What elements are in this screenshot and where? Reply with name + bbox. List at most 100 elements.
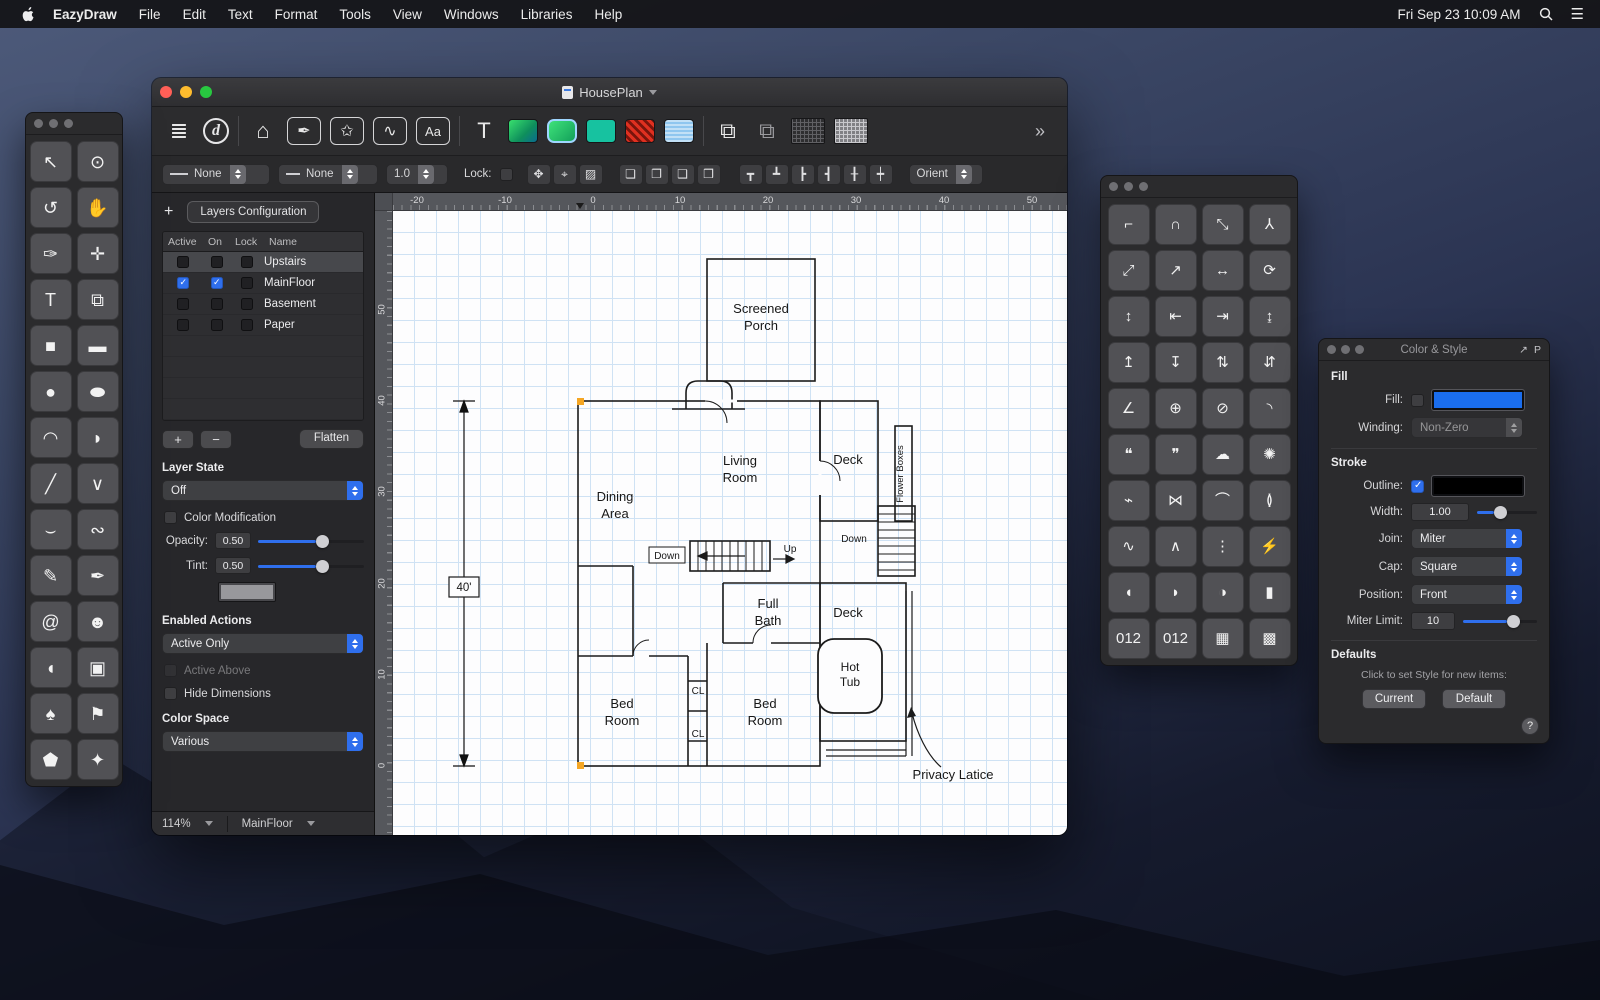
callout-bubble-tool[interactable]: ❞	[1155, 434, 1197, 475]
align-button[interactable]: ┫	[817, 164, 841, 185]
insert-text-icon[interactable]: T	[469, 114, 499, 148]
layer-active-checkbox[interactable]	[177, 256, 189, 268]
selection-handle[interactable]	[577, 762, 584, 769]
pie-open-right-tool[interactable]: ◗	[1155, 572, 1197, 613]
zoom-button[interactable]	[200, 86, 212, 98]
opacity-value[interactable]: 0.50	[215, 532, 251, 549]
rotate-dimension-tool[interactable]: ⟳	[1249, 250, 1291, 291]
lightning-tool[interactable]: ⚡	[1249, 526, 1291, 567]
miter-limit-field[interactable]: 10	[1411, 612, 1455, 630]
current-button[interactable]: Current	[1362, 689, 1426, 709]
layer-row[interactable]: Paper	[163, 315, 363, 336]
center-point-icon[interactable]: ⌖	[553, 164, 577, 185]
line-tool[interactable]: ╱	[30, 463, 72, 504]
layer-lock-checkbox[interactable]	[241, 298, 253, 310]
floor-plan-drawing[interactable]: Screened Porch Living Room Deck Dining A…	[393, 211, 1067, 835]
layer-row[interactable]: Basement	[163, 294, 363, 315]
close-button[interactable]	[160, 86, 172, 98]
flatten-button[interactable]: Flatten	[299, 429, 364, 449]
pan-hand-tool[interactable]: ✋	[77, 187, 119, 228]
share-icon[interactable]: ↗	[1519, 344, 1528, 356]
menu-item[interactable]: Format	[264, 7, 329, 22]
tint-value[interactable]: 0.50	[215, 557, 251, 574]
selection-handle[interactable]	[577, 398, 584, 405]
half-capsule-tool[interactable]: ◑	[1202, 572, 1244, 613]
fine-grid-tool[interactable]: ▦	[1202, 618, 1244, 659]
add-layer-icon[interactable]: +	[162, 203, 175, 221]
crossover-tool[interactable]: ⋈	[1155, 480, 1197, 521]
layer-row[interactable]: MainFloor	[163, 273, 363, 294]
lock-checkbox[interactable]	[500, 168, 513, 181]
shape-style-swatch[interactable]	[547, 119, 577, 143]
outside-dimension-tool[interactable]: ⇥	[1202, 296, 1244, 337]
line-style-select[interactable]: None	[162, 164, 270, 185]
link-line-tool[interactable]: ⤡	[1202, 204, 1244, 245]
star-icon[interactable]: ✩	[330, 117, 364, 145]
layer-lock-checkbox[interactable]	[241, 277, 253, 289]
ellipse-tool[interactable]: ⬬	[77, 371, 119, 412]
v-dimension-tool[interactable]: ↕	[1108, 296, 1150, 337]
align-button[interactable]: ┿	[869, 164, 893, 185]
hop-line-tool[interactable]: ⌒	[1202, 480, 1244, 521]
pentagon-tool[interactable]: ⬟	[30, 739, 72, 780]
transform-icon[interactable]: ✥	[527, 164, 551, 185]
hide-dimensions-checkbox[interactable]	[164, 687, 177, 700]
burst-callout-tool[interactable]: ✺	[1249, 434, 1291, 475]
layer-lock-checkbox[interactable]	[241, 256, 253, 268]
select-arrow-tool[interactable]: ↖	[30, 141, 72, 182]
zoom-level-select[interactable]: 114%	[162, 818, 213, 830]
color-modification-checkbox[interactable]	[164, 511, 177, 524]
layer-active-checkbox[interactable]	[177, 277, 189, 289]
dot-screen-tool[interactable]: ▩	[1249, 618, 1291, 659]
palette-titlebar[interactable]	[1101, 176, 1297, 198]
menu-item[interactable]: File	[128, 7, 172, 22]
menu-item[interactable]: Windows	[433, 7, 510, 22]
apple-icon[interactable]	[12, 6, 42, 22]
marquee-select-tool[interactable]: ⊙	[77, 141, 119, 182]
palette-titlebar[interactable]	[26, 113, 122, 135]
ruler-numbers-tool[interactable]: 012	[1108, 618, 1150, 659]
center-mark-tool[interactable]: ⊕	[1155, 388, 1197, 429]
crescent-tool[interactable]: ◖	[30, 647, 72, 688]
twist-line-tool[interactable]: ≬	[1249, 480, 1291, 521]
arc-tool[interactable]: ◠	[30, 417, 72, 458]
add-select-tool[interactable]: ✛	[77, 233, 119, 274]
opacity-slider[interactable]	[258, 534, 364, 548]
wave-line-tool[interactable]: ∿	[1108, 526, 1150, 567]
inside-dimension-tool[interactable]: ⇤	[1155, 296, 1197, 337]
add-layer-button[interactable]: +	[162, 430, 194, 449]
layer-on-checkbox[interactable]	[211, 256, 223, 268]
palette-mode-icon[interactable]: P	[1534, 344, 1541, 356]
width-slider[interactable]	[1477, 505, 1537, 519]
winding-dropdown[interactable]: Non-Zero	[1411, 417, 1523, 438]
silhouette-tool[interactable]: ☻	[77, 601, 119, 642]
dotted-path-tool[interactable]: ⋮	[1202, 526, 1244, 567]
offset-dimension-tool[interactable]: ⇵	[1249, 342, 1291, 383]
group-button[interactable]: ❐	[645, 164, 669, 185]
layer-on-checkbox[interactable]	[211, 277, 223, 289]
arc-connector-tool[interactable]: ∩	[1155, 204, 1197, 245]
outline-checkbox[interactable]	[1411, 480, 1424, 493]
menu-app-name[interactable]: EazyDraw	[42, 7, 128, 22]
layer-on-checkbox[interactable]	[211, 319, 223, 331]
align-button[interactable]: ╂	[843, 164, 867, 185]
pie-wedge-tool[interactable]: ◗	[77, 417, 119, 458]
group-button[interactable]: ❑	[671, 164, 695, 185]
red-pattern-swatch[interactable]	[625, 119, 655, 143]
angle-dimension-tool[interactable]: ∠	[1108, 388, 1150, 429]
blue-pattern-swatch[interactable]	[664, 119, 694, 143]
stroke-color-well[interactable]	[1432, 476, 1524, 496]
vertical-ruler[interactable]: 50403020100	[375, 211, 393, 835]
wave-icon[interactable]: ∿	[373, 117, 407, 145]
speech-bubble-tool[interactable]: ❝	[1108, 434, 1150, 475]
home-icon[interactable]: ⌂	[248, 114, 278, 148]
capsule-tool[interactable]: ▮	[1249, 572, 1291, 613]
freehand-tool[interactable]: ∾	[77, 509, 119, 550]
circle-tool[interactable]: ●	[30, 371, 72, 412]
remove-layer-button[interactable]: −	[200, 430, 232, 449]
text-tool[interactable]: T	[30, 279, 72, 320]
join-dropdown[interactable]: Miter	[1411, 528, 1523, 549]
horizontal-ruler[interactable]: -20-1001020304050	[393, 193, 1067, 211]
cap-dropdown[interactable]: Square	[1411, 556, 1523, 577]
layer-lock-checkbox[interactable]	[241, 319, 253, 331]
